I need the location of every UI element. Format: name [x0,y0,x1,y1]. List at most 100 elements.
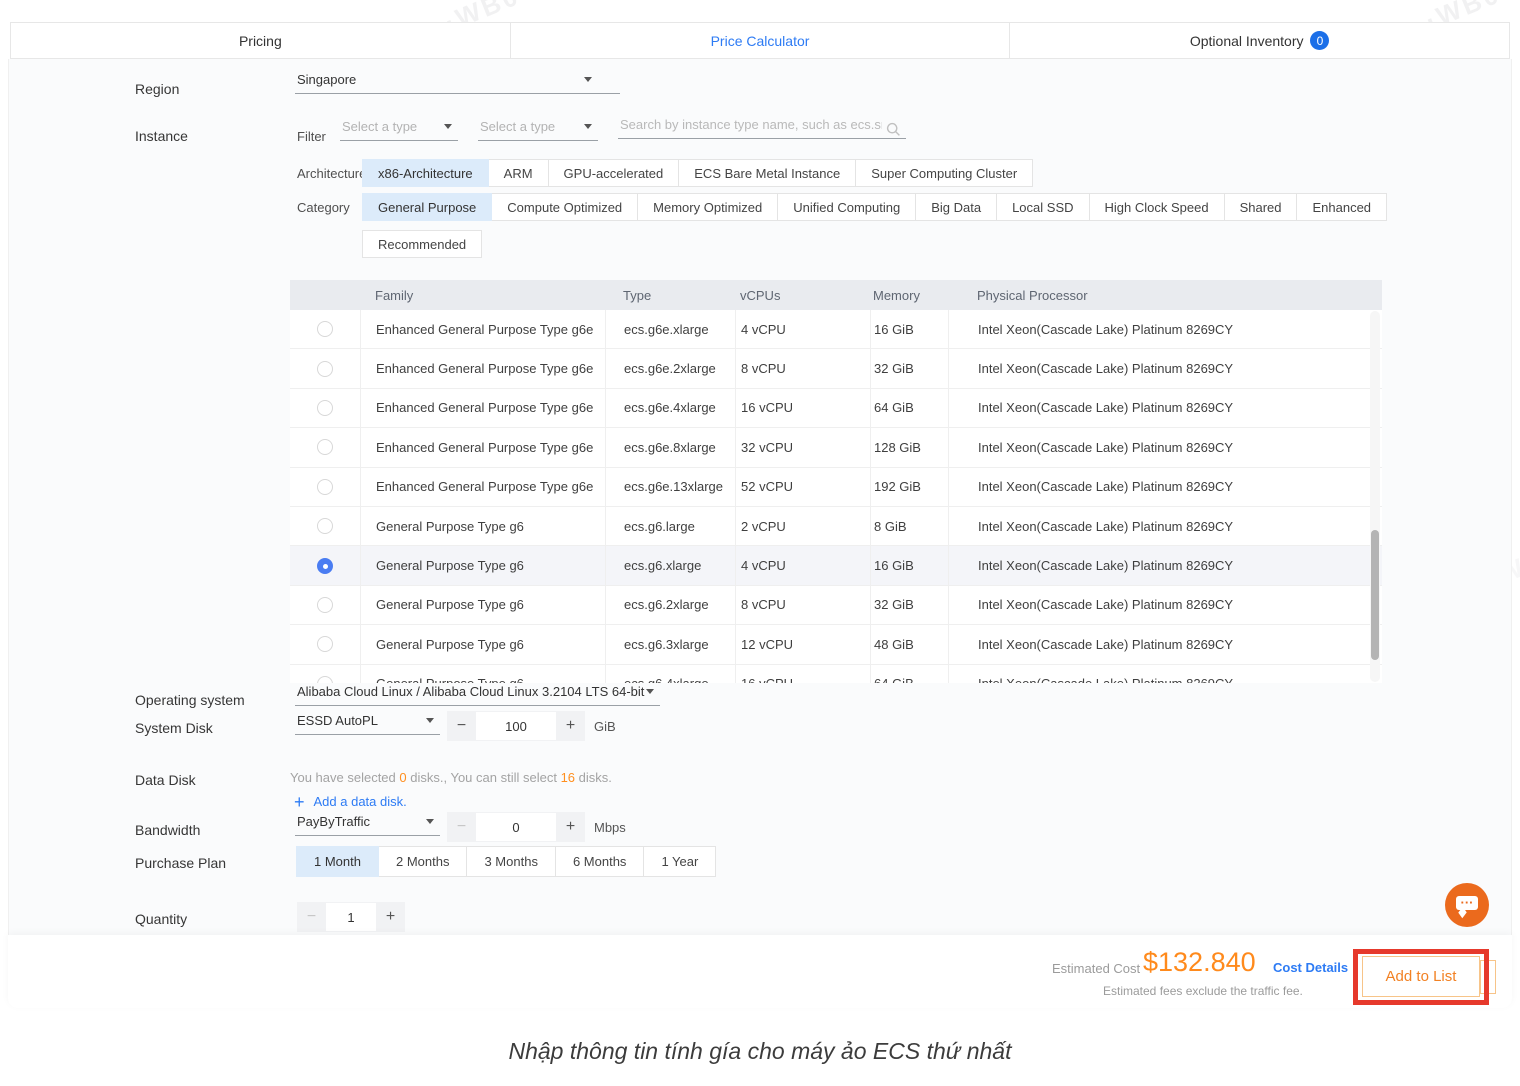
table-cell: 16 vCPU [735,389,870,427]
category-option[interactable]: Big Data [915,193,997,221]
system-disk-size-value[interactable]: 100 [476,711,556,741]
table-cell: Enhanced General Purpose Type g6e [360,349,605,387]
tab-optional-inventory[interactable]: Optional Inventory 0 [1009,22,1510,59]
category-option[interactable]: Enhanced [1296,193,1387,221]
architecture-option[interactable]: ARM [488,159,549,187]
table-scrollbar-thumb[interactable] [1371,530,1379,660]
table-row[interactable]: General Purpose Type g6ecs.g6.3xlarge12 … [290,625,1382,664]
table-cell: 128 GiB [870,428,948,466]
info-text: You can still select [450,770,560,785]
table-cell: 32 GiB [870,349,948,387]
row-radio[interactable] [317,361,333,377]
category-option[interactable]: Memory Optimized [637,193,778,221]
plus-button[interactable]: + [376,902,405,932]
purchase-plan-option[interactable]: 2 Months [378,846,467,877]
data-disk-info: You have selected 0 disks., You can stil… [290,770,612,785]
tab-label: Price Calculator [711,33,810,49]
radio-cell [290,507,360,545]
architecture-options: x86-ArchitectureARMGPU-acceleratedECS Ba… [363,159,1033,187]
radio-cell [290,389,360,427]
table-cell: ecs.g6e.8xlarge [605,428,735,466]
estimated-cost-label: Estimated Cost [1052,961,1140,976]
bandwidth-value[interactable]: 0 [476,812,556,842]
table-cell: 8 vCPU [735,586,870,624]
table-cell: 8 GiB [870,507,948,545]
table-row[interactable]: General Purpose Type g6ecs.g6.2xlarge8 v… [290,586,1382,625]
purchase-plan-option[interactable]: 3 Months [466,846,555,877]
instance-type-select-2[interactable]: Select a type [478,119,598,141]
price-calculator-page: ··WB0 ·WB0 WB0 Pricing Price Calculator … [0,0,1520,1086]
architecture-option[interactable]: GPU-accelerated [548,159,680,187]
row-radio[interactable] [317,400,333,416]
bandwidth-type-select[interactable]: PayByTraffic [295,814,440,836]
minus-button[interactable]: − [297,902,326,932]
table-row[interactable]: Enhanced General Purpose Type g6eecs.g6e… [290,389,1382,428]
row-radio[interactable] [317,439,333,455]
minus-button[interactable]: − [447,711,476,741]
table-row[interactable]: Enhanced General Purpose Type g6eecs.g6e… [290,468,1382,507]
table-cell: ecs.g6.2xlarge [605,586,735,624]
chat-icon [1456,896,1478,910]
table-row[interactable]: Enhanced General Purpose Type g6eecs.g6e… [290,428,1382,467]
bandwidth-unit: Mbps [594,820,626,835]
category-option[interactable]: Local SSD [996,193,1089,221]
row-radio[interactable] [317,558,333,574]
row-radio[interactable] [317,597,333,613]
instance-table-header: FamilyTypevCPUsMemoryPhysical Processor [290,280,1382,310]
row-radio[interactable] [317,518,333,534]
architecture-option[interactable]: ECS Bare Metal Instance [678,159,856,187]
select-placeholder: Select a type [480,119,555,134]
add-data-disk-button[interactable]: + Add a data disk. [294,794,407,809]
category-option[interactable]: General Purpose [362,193,492,221]
row-radio[interactable] [317,321,333,337]
tab-price-calculator[interactable]: Price Calculator [510,22,1011,59]
quantity-stepper: − 1 + [297,902,405,932]
instance-type-select-1[interactable]: Select a type [340,119,458,141]
category-option[interactable]: Unified Computing [777,193,916,221]
table-row[interactable]: General Purpose Type g6ecs.g6.xlarge4 vC… [290,546,1382,585]
os-select[interactable]: Alibaba Cloud Linux / Alibaba Cloud Linu… [295,684,660,706]
row-radio[interactable] [317,636,333,652]
quantity-value[interactable]: 1 [326,902,376,932]
caret-down-icon [426,718,434,723]
os-label: Operating system [135,692,245,708]
table-row[interactable]: General Purpose Type g6ecs.g6.large2 vCP… [290,507,1382,546]
row-radio[interactable] [317,479,333,495]
purchase-plan-option[interactable]: 6 Months [555,846,644,877]
category-option[interactable]: High Clock Speed [1089,193,1225,221]
table-cell: 48 GiB [870,625,948,663]
instance-label: Instance [135,128,188,144]
system-disk-type-select[interactable]: ESSD AutoPL [295,713,440,735]
region-select[interactable]: Singapore [295,72,620,94]
tab-label: Pricing [239,33,282,49]
estimated-cost-amount: $132.840 [1143,947,1256,978]
system-disk-type-value: ESSD AutoPL [297,713,378,728]
add-data-disk-label: Add a data disk. [314,794,407,809]
category-option[interactable]: Shared [1224,193,1298,221]
tab-pricing[interactable]: Pricing [10,22,511,59]
instance-table: FamilyTypevCPUsMemoryPhysical Processor … [290,280,1382,683]
purchase-plan-option[interactable]: 1 Year [643,846,716,877]
caret-down-icon [584,124,592,129]
architecture-label: Architecture [297,166,366,181]
estimated-cost-note: Estimated fees exclude the traffic fee. [1103,984,1303,998]
table-row[interactable]: Enhanced General Purpose Type g6eecs.g6e… [290,310,1382,349]
table-row[interactable]: Enhanced General Purpose Type g6eecs.g6e… [290,349,1382,388]
category-option[interactable]: Compute Optimized [491,193,638,221]
table-row[interactable]: General Purpose Type g6ecs.g6.4xlarge16 … [290,665,1382,683]
column-header: Memory [870,280,948,310]
cost-details-link[interactable]: Cost Details [1273,960,1348,975]
row-radio[interactable] [317,676,333,683]
purchase-plan-option[interactable]: 1 Month [296,846,379,877]
architecture-option[interactable]: Super Computing Cluster [855,159,1033,187]
plus-button[interactable]: + [556,711,585,741]
minus-button[interactable]: − [447,812,476,842]
instance-search-input[interactable] [618,117,906,139]
architecture-option[interactable]: x86-Architecture [362,159,489,187]
plus-button[interactable]: + [556,812,585,842]
radio-cell [290,625,360,663]
chat-widget-button[interactable] [1445,883,1489,927]
category-option[interactable]: Recommended [362,230,482,258]
tab-bar: Pricing Price Calculator Optional Invent… [10,22,1510,59]
table-cell: 12 vCPU [735,625,870,663]
